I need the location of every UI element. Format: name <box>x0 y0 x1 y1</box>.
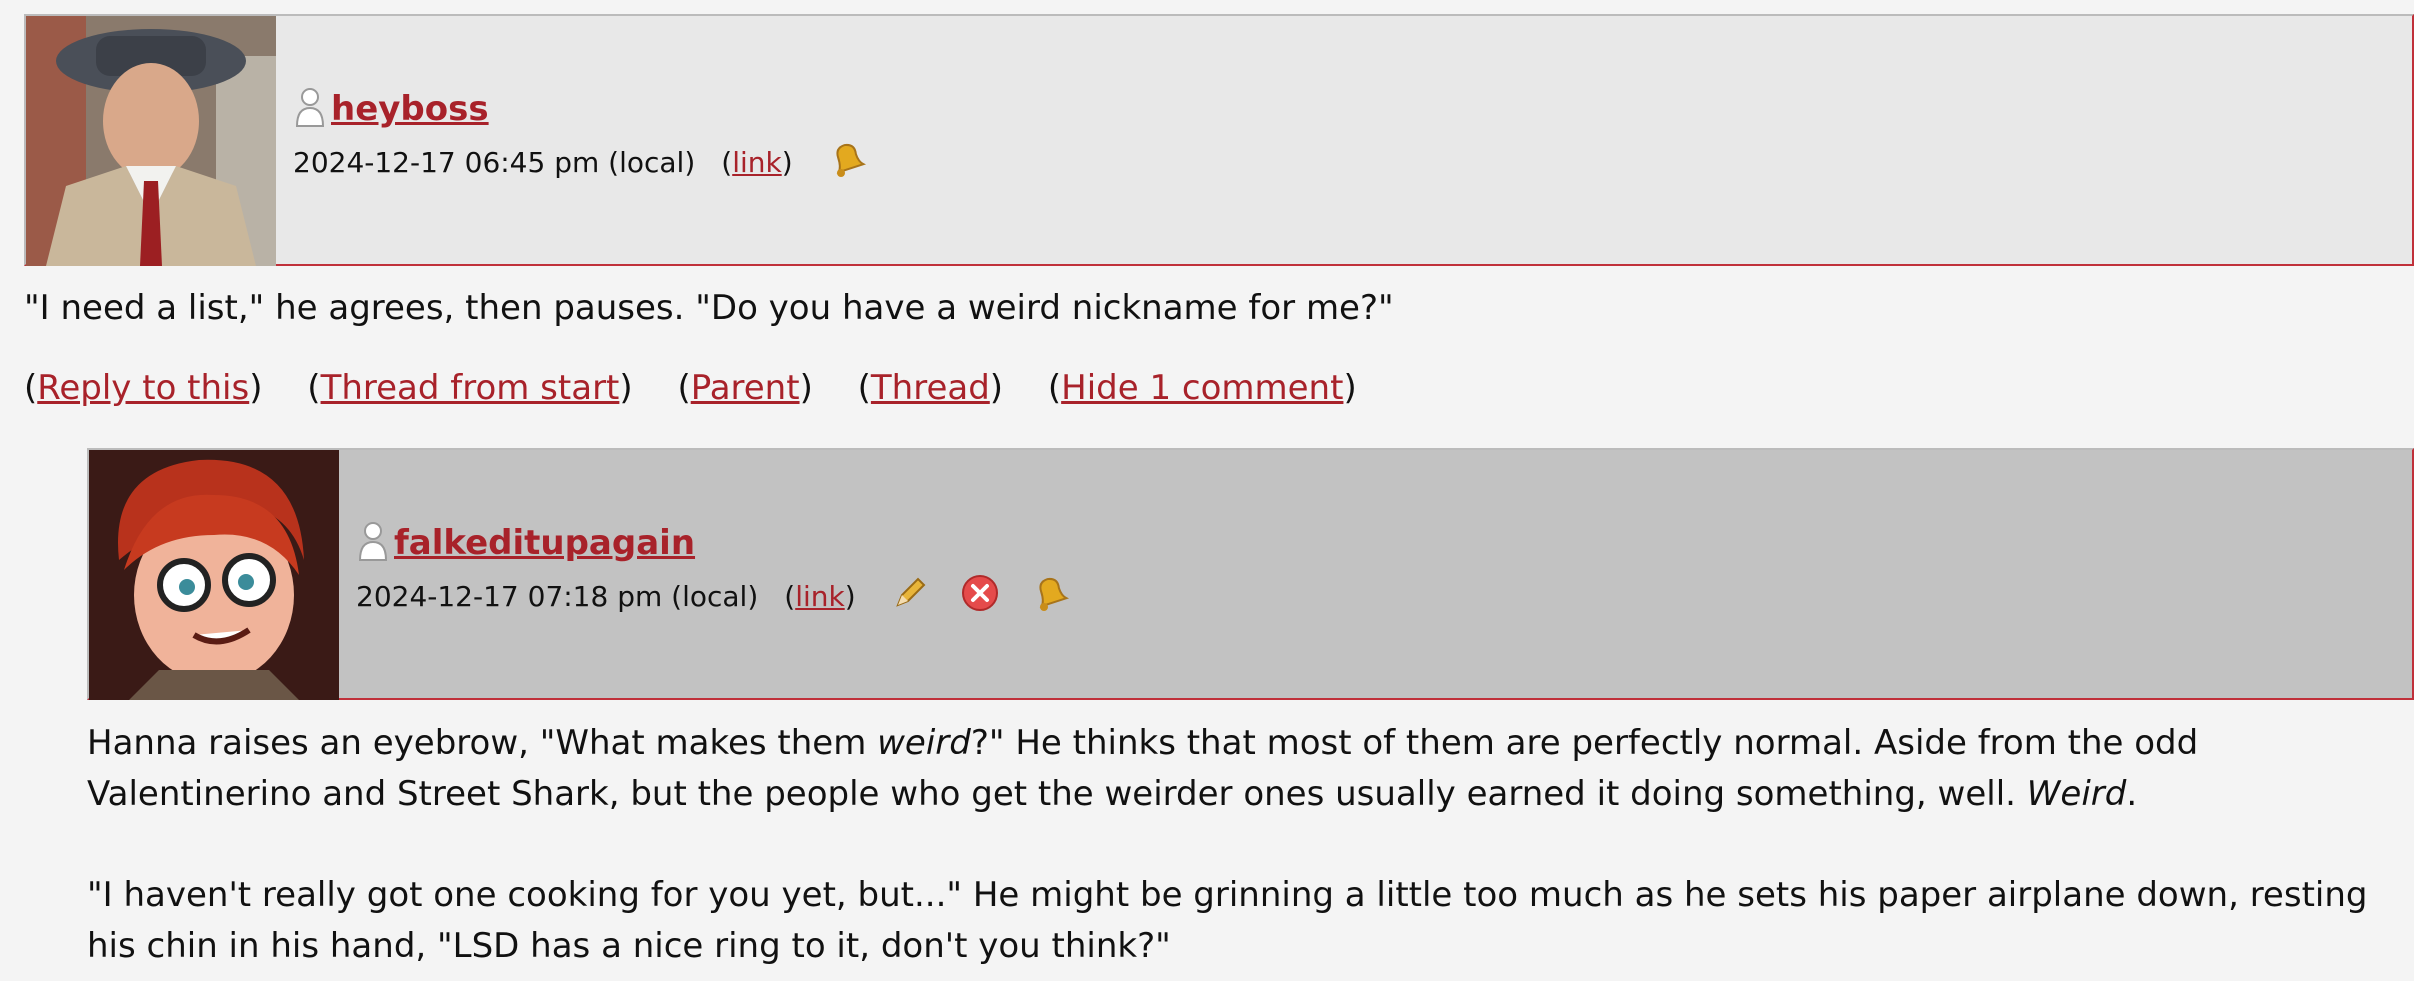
action-thread: (Thread) <box>857 368 1004 408</box>
comment-meta: falkeditupagain 2024-12-17 07:18 pm (loc… <box>339 450 1070 698</box>
permalink[interactable]: link <box>732 146 782 179</box>
text-segment: . <box>2126 774 2138 814</box>
bell-icon[interactable] <box>1000 573 1070 620</box>
comment-body-paragraph-2: "I haven't really got one cooking for yo… <box>87 875 2368 966</box>
permalink-wrapper: (link) <box>721 145 793 179</box>
user-row: falkeditupagain <box>356 520 1070 566</box>
avatar[interactable] <box>89 450 339 700</box>
avatar[interactable] <box>26 16 276 266</box>
action-reply: (Reply to this) <box>24 368 263 408</box>
comment-meta: heyboss 2024-12-17 06:45 pm (local) (lin… <box>276 16 867 264</box>
comment-body-paragraph-1: Hanna raises an eyebrow, "What makes the… <box>87 718 2397 820</box>
hide-comment-link[interactable]: Hide 1 comment <box>1061 368 1343 408</box>
delete-icon[interactable] <box>930 573 1000 620</box>
action-parent: (Parent) <box>677 368 813 408</box>
comment-header-heyboss: heyboss 2024-12-17 06:45 pm (local) (lin… <box>24 14 2414 266</box>
user-row: heyboss <box>293 86 867 132</box>
username-link[interactable]: heyboss <box>331 89 489 129</box>
parent-link[interactable]: Parent <box>691 368 800 408</box>
permalink-wrapper: (link) <box>784 579 856 613</box>
action-thread-from-start: (Thread from start) <box>307 368 633 408</box>
date-row: 2024-12-17 07:18 pm (local) (link) <box>356 572 1070 620</box>
timestamp: 2024-12-17 07:18 pm (local) <box>356 579 759 613</box>
comment-actions: (Reply to this) (Thread from start) (Par… <box>24 363 1391 414</box>
text-segment: Hanna raises an eyebrow, "What makes the… <box>87 723 878 763</box>
thread-link[interactable]: Thread <box>871 368 990 408</box>
pencil-icon[interactable] <box>856 573 930 620</box>
emphasis-text: Weird <box>2026 774 2127 814</box>
date-row: 2024-12-17 06:45 pm (local) (link) <box>293 138 867 186</box>
reply-link[interactable]: Reply to this <box>37 368 249 408</box>
bell-icon[interactable] <box>793 139 867 186</box>
user-icon[interactable] <box>356 520 394 566</box>
emphasis-text: weird <box>877 723 971 763</box>
username-link[interactable]: falkeditupagain <box>394 523 695 563</box>
action-hide: (Hide 1 comment) <box>1047 368 1357 408</box>
timestamp: 2024-12-17 06:45 pm (local) <box>293 145 696 179</box>
thread-from-start-link[interactable]: Thread from start <box>321 368 620 408</box>
permalink[interactable]: link <box>795 580 845 613</box>
comment-body: "I need a list," he agrees, then pauses.… <box>24 288 1394 328</box>
comment-header-falkeditupagain: falkeditupagain 2024-12-17 07:18 pm (loc… <box>87 448 2414 700</box>
user-icon[interactable] <box>293 86 331 132</box>
